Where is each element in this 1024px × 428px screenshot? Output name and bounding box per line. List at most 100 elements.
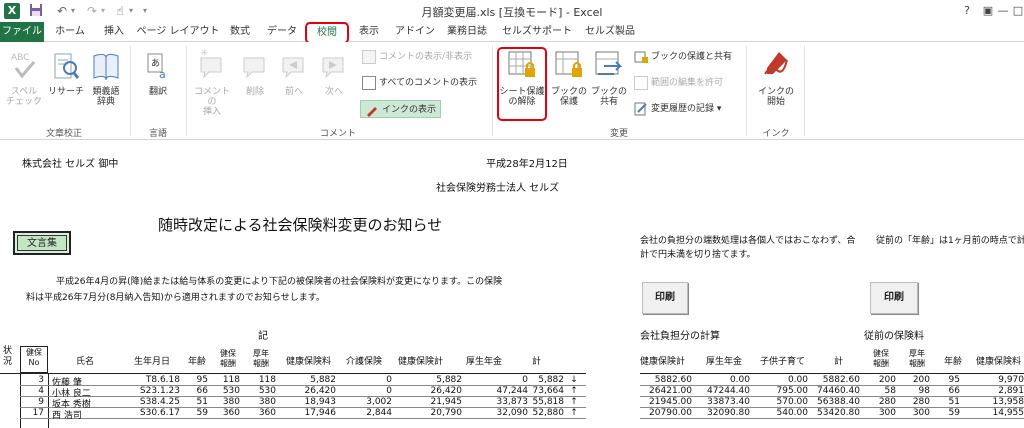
cell-r-kenpo-grade[interactable]: 280: [864, 397, 896, 407]
cell-dob[interactable]: S30.6.17: [128, 408, 180, 418]
cell-r-total[interactable]: 5882.60: [808, 375, 860, 385]
cell-kenpo-grade[interactable]: 118: [214, 375, 240, 385]
thesaurus-button[interactable]: 類義語 辞典: [88, 46, 124, 107]
cell-r-age[interactable]: 95: [936, 375, 960, 385]
cell-r-health-total[interactable]: 26421.00: [640, 386, 692, 396]
cell-r-kosei-grade[interactable]: 200: [900, 375, 930, 385]
cell-change-arrow[interactable]: ↓: [568, 375, 580, 385]
tab-business-diary[interactable]: 業務日誌: [442, 22, 492, 42]
translate-button[interactable]: あa 翻訳: [138, 46, 178, 97]
tab-data[interactable]: データ: [262, 22, 302, 42]
cell-r-age[interactable]: 51: [936, 397, 960, 407]
tab-cells-support[interactable]: セルズサポート: [500, 22, 574, 42]
research-button[interactable]: リサーチ: [46, 46, 86, 97]
cell-pension[interactable]: 47,244: [466, 386, 529, 396]
cell-r-pension[interactable]: 33873.40: [698, 397, 750, 407]
cell-kosei-grade[interactable]: 360: [246, 408, 276, 418]
cell-r-kosei-grade[interactable]: 300: [900, 408, 930, 418]
cell-total[interactable]: 5,882: [528, 375, 564, 385]
cell-r-age[interactable]: 59: [936, 408, 960, 418]
cell-r-kenpo-grade[interactable]: 300: [864, 408, 896, 418]
cell-r-health-total[interactable]: 5882.60: [640, 375, 692, 385]
cell-name[interactable]: 西 浩司: [52, 408, 122, 421]
cell-change-arrow[interactable]: ↑: [568, 386, 580, 396]
help-button[interactable]: ?: [956, 2, 978, 20]
print-button-2[interactable]: 印刷: [870, 282, 918, 314]
cell-r-pension[interactable]: 0.00: [698, 375, 750, 385]
cell-r-health-premium[interactable]: 2,891: [972, 386, 1024, 396]
cell-r-child-care[interactable]: 570.00: [756, 397, 809, 407]
cell-r-kenpo-grade[interactable]: 58: [864, 386, 896, 396]
tab-formulas[interactable]: 数式: [222, 22, 258, 42]
cell-ins-no[interactable]: 9: [20, 397, 44, 407]
cell-r-pension[interactable]: 47244.40: [698, 386, 750, 396]
show-all-comments-button[interactable]: すべてのコメントの表示: [362, 74, 477, 92]
tab-page-layout[interactable]: ページ レイアウト: [136, 22, 220, 42]
next-comment-button[interactable]: 次へ: [316, 46, 352, 97]
cell-total[interactable]: 55,818: [528, 397, 565, 407]
cell-change-arrow[interactable]: ↑: [568, 397, 580, 407]
cell-ins-no[interactable]: 3: [20, 375, 44, 385]
maximize-button[interactable]: □: [1012, 2, 1024, 20]
track-changes-dropdown-icon[interactable]: ▾: [717, 104, 722, 114]
tab-addins[interactable]: アドイン: [392, 22, 438, 42]
cell-r-health-total[interactable]: 20790.00: [640, 408, 692, 418]
cell-kenpo-grade[interactable]: 380: [214, 397, 240, 407]
cell-r-total[interactable]: 56388.40: [808, 397, 860, 407]
cell-r-health-premium[interactable]: 13,958: [972, 397, 1024, 407]
new-comment-button[interactable]: ✳ コメントの 挿入: [190, 46, 234, 117]
cell-health-total[interactable]: 21,945: [400, 397, 463, 407]
cell-health-premium[interactable]: 26,420: [284, 386, 337, 396]
cell-pension[interactable]: 32,090: [466, 408, 529, 418]
cell-health-total[interactable]: 26,420: [400, 386, 463, 396]
cell-age[interactable]: 59: [186, 408, 208, 418]
allow-edit-ranges-button[interactable]: 範囲の編集を許可: [634, 74, 723, 92]
cell-dob[interactable]: S38.4.25: [128, 397, 180, 407]
cell-care-premium[interactable]: 2,844: [340, 408, 392, 418]
tab-cells-products[interactable]: セルズ製品: [580, 22, 640, 42]
cell-age[interactable]: 51: [186, 397, 208, 407]
start-inking-button[interactable]: インクの 開始: [754, 46, 798, 107]
print-button-1[interactable]: 印刷: [642, 282, 688, 314]
delete-comment-button[interactable]: 削除: [238, 46, 272, 97]
show-hide-comment-button[interactable]: コメントの表示/非表示: [362, 48, 472, 66]
cell-r-child-care[interactable]: 0.00: [756, 375, 808, 385]
cell-r-age[interactable]: 66: [936, 386, 960, 396]
share-workbook-button[interactable]: ブックの 共有: [590, 46, 628, 107]
tab-insert[interactable]: 挿入: [96, 22, 132, 42]
cell-care-premium[interactable]: 0: [340, 386, 392, 396]
tab-file[interactable]: ファイル: [0, 22, 44, 42]
cell-ins-no[interactable]: 4: [20, 386, 44, 396]
cell-health-premium[interactable]: 5,882: [284, 375, 336, 385]
cell-r-total[interactable]: 74460.40: [808, 386, 860, 396]
cell-age[interactable]: 95: [186, 375, 208, 385]
worksheet[interactable]: 株式会社 セルズ 御中 平成28年2月12日 社会保険労務士法人 セルズ 随時改…: [0, 141, 1024, 428]
cell-total[interactable]: 52,880: [528, 408, 565, 418]
cell-r-child-care[interactable]: 540.00: [756, 408, 809, 418]
tab-home[interactable]: ホーム: [48, 22, 92, 42]
cell-kosei-grade[interactable]: 118: [246, 375, 276, 385]
cell-r-kenpo-grade[interactable]: 200: [864, 375, 896, 385]
cell-ins-no[interactable]: 17: [20, 408, 44, 418]
cell-total[interactable]: 73,664: [528, 386, 565, 396]
tab-view[interactable]: 表示: [352, 22, 386, 42]
spelling-button[interactable]: ABC スペル チェック: [6, 46, 42, 107]
cell-r-total[interactable]: 53420.80: [808, 408, 860, 418]
cell-care-premium[interactable]: 3,002: [340, 397, 392, 407]
cell-r-health-premium[interactable]: 9,970: [972, 375, 1024, 385]
cell-r-pension[interactable]: 32090.80: [698, 408, 750, 418]
cell-change-arrow[interactable]: ↑: [568, 408, 580, 418]
cell-care-premium[interactable]: 0: [340, 375, 392, 385]
cell-kosei-grade[interactable]: 380: [246, 397, 276, 407]
cell-r-kosei-grade[interactable]: 280: [900, 397, 930, 407]
phrase-collection-button[interactable]: 文言集: [13, 231, 71, 255]
cell-kenpo-grade[interactable]: 360: [214, 408, 240, 418]
cell-r-health-total[interactable]: 21945.00: [640, 397, 692, 407]
cell-pension[interactable]: 33,873: [466, 397, 529, 407]
track-changes-button[interactable]: 変更履歴の記録 ▾: [634, 100, 721, 118]
minimize-button[interactable]: —: [996, 2, 1010, 20]
cell-r-kosei-grade[interactable]: 98: [900, 386, 930, 396]
cell-dob[interactable]: S23.1.23: [128, 386, 180, 396]
cell-kenpo-grade[interactable]: 530: [214, 386, 240, 396]
previous-comment-button[interactable]: 前へ: [276, 46, 312, 97]
